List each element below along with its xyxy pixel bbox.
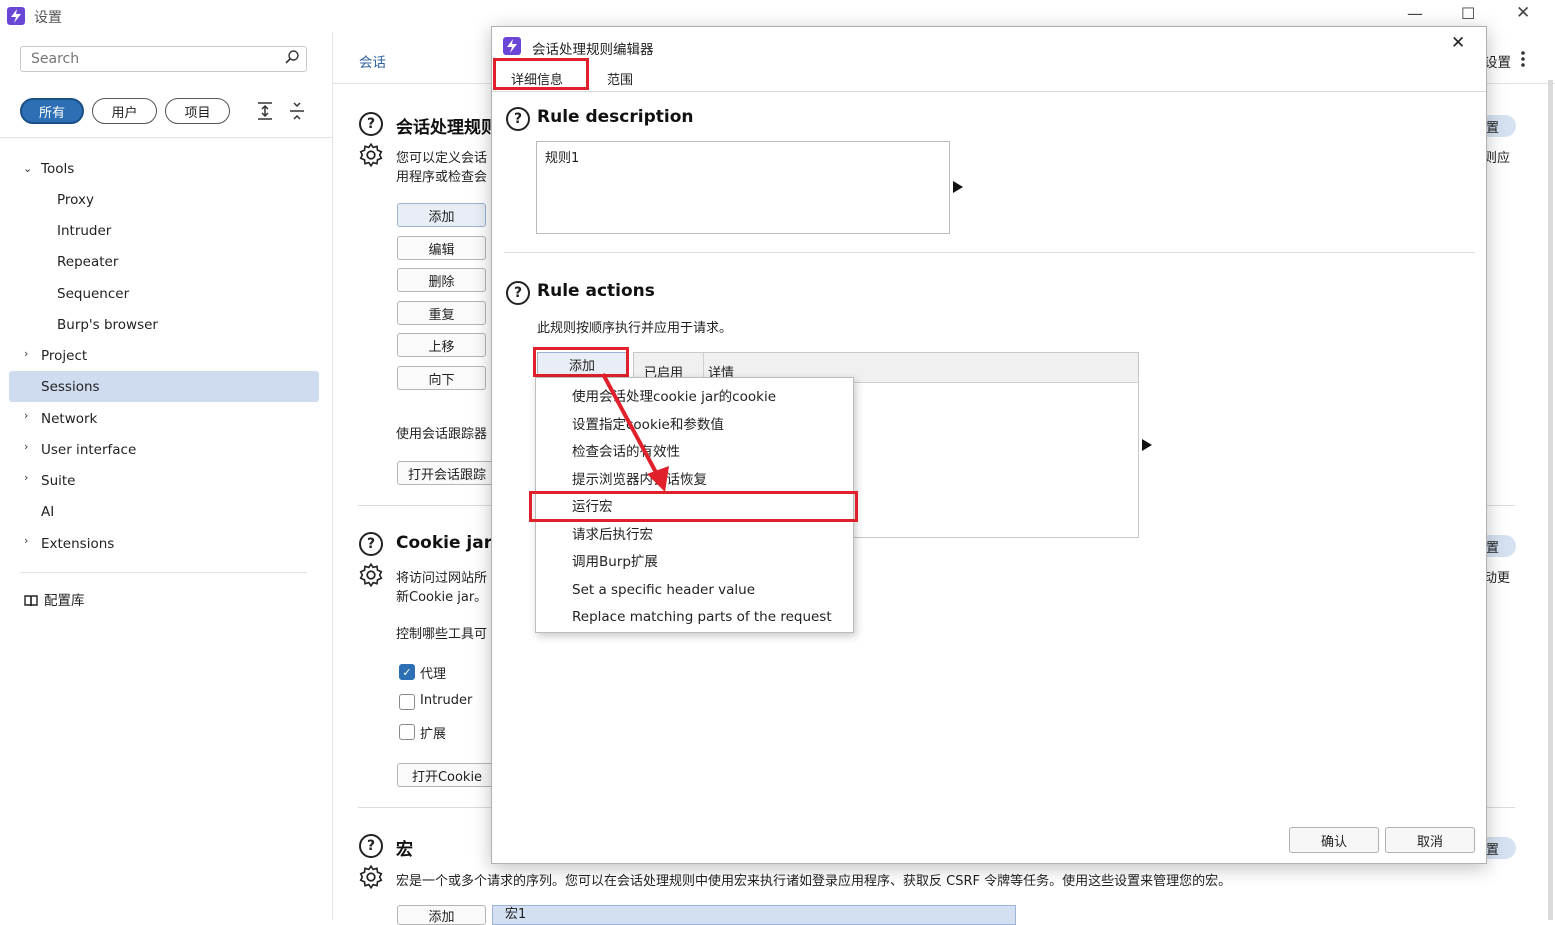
delete-rule-button[interactable]: 删除 (397, 268, 486, 292)
sidebar-item-sequencer[interactable]: Sequencer (57, 283, 129, 305)
sidebar-item-intruder[interactable]: Intruder (57, 220, 111, 242)
move-down-button[interactable]: 向下 (397, 366, 486, 390)
edit-rule-button[interactable]: 编辑 (397, 236, 486, 260)
filter-user[interactable]: 用户 (92, 98, 157, 124)
session-rules-title: 会话处理规则 (396, 118, 498, 138)
gear-icon[interactable] (358, 142, 384, 172)
search-field[interactable] (20, 46, 307, 72)
play-right-icon (1142, 439, 1152, 455)
rule-actions-desc: 此规则按顺序执行并应用于请求。 (537, 321, 733, 336)
chevron-right-icon[interactable]: › (24, 409, 28, 422)
session-rules-desc-2: 用程序或检查会 (396, 170, 488, 185)
filter-project[interactable]: 项目 (165, 98, 230, 124)
more-options-icon[interactable] (1520, 50, 1526, 72)
cookie-jar-title: Cookie jar (396, 533, 493, 553)
help-icon[interactable]: ? (359, 112, 383, 136)
sidebar: 所有 用户 项目 ⌄ Tools Proxy Intruder Repeater… (0, 32, 333, 920)
tab-scope[interactable]: 范围 (607, 69, 633, 88)
rule-actions-title: Rule actions (537, 281, 655, 301)
sidebar-item-proxy[interactable]: Proxy (57, 189, 94, 211)
search-input[interactable] (29, 48, 279, 70)
proxy-checkbox[interactable]: ✓ (399, 664, 415, 680)
macro-row[interactable]: 宏1 (492, 905, 1016, 925)
burp-logo-icon (503, 37, 521, 55)
gear-icon[interactable] (358, 864, 384, 894)
expand-all-icon[interactable] (256, 101, 274, 125)
dialog-title: 会话处理规则编辑器 (532, 42, 654, 58)
tracker-text: 使用会话跟踪器 (396, 427, 488, 442)
sidebar-item-extensions[interactable]: Extensions (41, 533, 114, 555)
add-rule-button[interactable]: 添加 (397, 203, 486, 227)
gear-icon[interactable] (358, 562, 384, 592)
cookie-jar-right-text: 动更 (1484, 571, 1511, 586)
rule-description-title: Rule description (537, 107, 694, 127)
session-rules-right-text: 则应 (1484, 151, 1511, 166)
ok-button[interactable]: 确认 (1289, 827, 1379, 853)
annotation-arrow (601, 373, 669, 492)
sidebar-item-sessions[interactable]: Sessions (41, 376, 100, 398)
help-icon[interactable]: ? (359, 532, 383, 556)
sidebar-item-ai[interactable]: AI (41, 501, 54, 523)
divider (504, 252, 1475, 253)
window-title: 设置 (34, 10, 62, 26)
duplicate-rule-button[interactable]: 重复 (397, 301, 486, 325)
cancel-button[interactable]: 取消 (1385, 827, 1475, 853)
sidebar-item-project[interactable]: Project (41, 345, 87, 367)
proxy-checkbox-label: 代理 (420, 667, 447, 682)
menu-item-invoke-extension[interactable]: 调用Burp扩展 (572, 551, 658, 573)
collapse-all-icon[interactable] (288, 101, 306, 125)
cookie-jar-control-text: 控制哪些工具可 (396, 627, 488, 642)
divider (0, 137, 333, 138)
sidebar-item-library[interactable]: 配置库 (44, 590, 85, 612)
help-icon[interactable]: ? (506, 107, 530, 131)
menu-item-replace-request[interactable]: Replace matching parts of the request (572, 606, 832, 628)
chevron-down-icon[interactable]: ⌄ (23, 162, 32, 175)
scrollbar[interactable] (1548, 80, 1553, 920)
sidebar-item-user-interface[interactable]: User interface (41, 439, 136, 461)
filter-all[interactable]: 所有 (20, 98, 84, 124)
close-window-button[interactable]: ✕ (1516, 3, 1530, 23)
session-rules-desc-1: 您可以定义会话 (396, 151, 488, 166)
add-macro-button[interactable]: 添加 (397, 905, 486, 925)
extensions-checkbox[interactable] (399, 724, 415, 740)
sidebar-item-tools[interactable]: Tools (41, 158, 74, 180)
minimize-button[interactable]: — (1407, 4, 1423, 23)
play-right-icon (953, 181, 963, 197)
cookie-jar-desc-2: 新Cookie jar。 (396, 590, 488, 605)
dialog-close-button[interactable]: ✕ (1451, 33, 1465, 53)
chevron-right-icon[interactable]: › (24, 471, 28, 484)
annotation-box (493, 58, 589, 90)
help-icon[interactable]: ? (359, 834, 383, 858)
sidebar-item-burps-browser[interactable]: Burp's browser (57, 314, 158, 336)
rule-description-textarea[interactable]: 规则1 (536, 141, 950, 234)
maximize-button[interactable]: ☐ (1461, 4, 1475, 23)
search-icon[interactable] (284, 49, 300, 69)
menu-item-run-post-request-macro[interactable]: 请求后执行宏 (572, 524, 653, 546)
chevron-right-icon[interactable]: › (24, 347, 28, 360)
book-icon (24, 595, 38, 611)
annotation-box (529, 491, 858, 522)
chevron-right-icon[interactable]: › (24, 534, 28, 547)
sidebar-item-network[interactable]: Network (41, 408, 97, 430)
cookie-jar-desc-1: 将访问过网站所 (396, 571, 488, 586)
macros-title: 宏 (396, 840, 413, 860)
intruder-checkbox[interactable] (399, 694, 415, 710)
divider (20, 572, 307, 573)
extensions-checkbox-label: 扩展 (420, 727, 447, 742)
chevron-right-icon[interactable]: › (24, 440, 28, 453)
burp-logo-icon (7, 7, 25, 25)
move-up-button[interactable]: 上移 (397, 333, 486, 357)
help-icon[interactable]: ? (506, 281, 530, 305)
intruder-checkbox-label: Intruder (420, 693, 473, 708)
macros-desc: 宏是一个或多个请求的序列。您可以在会话处理规则中使用宏来执行诸如登录应用程序、获… (396, 874, 1232, 889)
header-settings-label: 设置 (1484, 55, 1511, 71)
open-session-tracker-button[interactable]: 打开会话跟踪 (397, 461, 497, 485)
sidebar-item-repeater[interactable]: Repeater (57, 251, 118, 273)
menu-item-set-header[interactable]: Set a specific header value (572, 579, 755, 601)
divider (492, 91, 1486, 92)
breadcrumb[interactable]: 会话 (359, 51, 386, 71)
open-cookie-jar-button[interactable]: 打开Cookie (397, 763, 497, 787)
sidebar-item-suite[interactable]: Suite (41, 470, 75, 492)
